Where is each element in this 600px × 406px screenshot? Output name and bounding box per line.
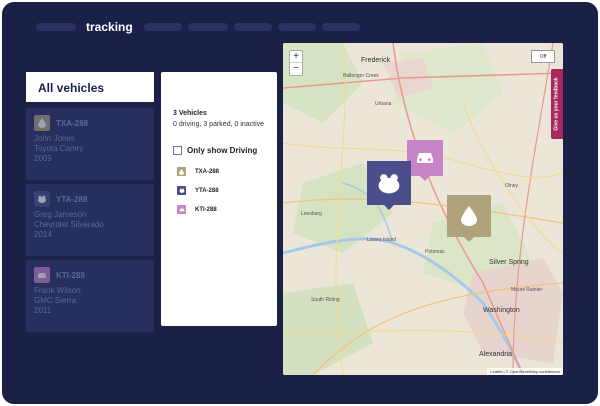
map-attribution[interactable]: Leaflet | © OpenStreetMap contributors — [487, 368, 563, 375]
zoom-control: + − — [289, 50, 303, 76]
nav-item-placeholder-4[interactable] — [234, 23, 272, 31]
all-vehicles-header[interactable]: All vehicles — [26, 72, 154, 102]
vehicle-plate: YTA-288 — [56, 194, 88, 204]
nav-item-placeholder-3[interactable] — [188, 23, 228, 31]
map-label-potomac: Potomac — [425, 249, 445, 255]
only-driving-filter[interactable]: Only show Driving — [173, 146, 277, 155]
map-label-urbana: Urbana — [375, 101, 392, 107]
car-icon — [417, 153, 433, 163]
map-view[interactable]: Frederick Ballenger Creek Urbana Leesbur… — [283, 43, 563, 375]
map-marker-yta[interactable] — [367, 161, 411, 210]
plate-row-yta[interactable]: YTA-288 — [173, 186, 277, 195]
plate-row-kti[interactable]: KTI-288 — [173, 205, 277, 214]
details-panel: 3 Vehicles 0 driving, 3 parked, 0 inacti… — [161, 72, 277, 326]
map-label-leesburg: Leesburg — [301, 211, 322, 217]
feedback-label: Give us your feedback — [554, 77, 561, 131]
map-label-frederick: Frederick — [361, 57, 391, 64]
nav-item-placeholder-2[interactable] — [144, 23, 182, 31]
nav-title: tracking — [86, 20, 133, 34]
vehicle-year: 2009 — [34, 154, 52, 163]
vehicle-model: GMC Sierra — [34, 296, 77, 305]
droplet-icon — [34, 115, 50, 131]
vehicle-card-kti[interactable]: KTI-288 Frank Wilson GMC Sierra 2011 — [26, 260, 154, 332]
nav-item-placeholder-1[interactable] — [36, 23, 76, 31]
map-base-layer — [283, 43, 563, 375]
vehicle-count: 3 Vehicles — [173, 110, 207, 117]
only-driving-label: Only show Driving — [187, 146, 258, 155]
vehicle-card-txa[interactable]: TXA-288 John Jones Toyota Camry 2009 — [26, 108, 154, 180]
map-label-ballenger: Ballenger Creek — [343, 73, 379, 79]
vehicle-plate: KTI-288 — [56, 270, 85, 280]
map-label-south-riding: South Riding — [311, 297, 340, 303]
vehicle-driver: John Jones — [34, 134, 75, 143]
layer-toggle[interactable]: Off — [531, 50, 555, 63]
only-driving-checkbox[interactable] — [173, 146, 182, 155]
vehicle-model: Chevrolet Silverado — [34, 220, 104, 229]
map-label-mount-rainier: Mount Rainier — [511, 287, 543, 293]
vehicle-year: 2014 — [34, 230, 52, 239]
layer-toggle-label: Off — [539, 53, 547, 60]
feedback-tab[interactable]: Give us your feedback — [551, 69, 563, 139]
vehicle-status-summary: 0 driving, 3 parked, 0 inactive — [173, 121, 265, 128]
vehicle-driver: Frank Wilson — [34, 286, 81, 295]
plate-row-txa[interactable]: TXA-288 — [173, 167, 277, 176]
droplet-icon — [177, 167, 186, 176]
nav-item-placeholder-5[interactable] — [278, 23, 316, 31]
frog-icon — [177, 186, 186, 195]
frog-icon — [378, 174, 400, 194]
vehicle-year: 2011 — [34, 306, 52, 315]
car-icon — [34, 267, 50, 283]
plate-label: YTA-288 — [195, 187, 219, 194]
droplet-icon — [461, 206, 477, 226]
vehicle-model: Toyota Camry — [34, 144, 84, 153]
vehicle-card-yta[interactable]: YTA-288 Greg Jameson Chevrolet Silverado… — [26, 184, 154, 256]
vehicle-driver: Greg Jameson — [34, 210, 87, 219]
plate-label: KTI-288 — [195, 206, 217, 213]
nav-item-placeholder-6[interactable] — [322, 23, 360, 31]
map-label-alexandria: Alexandria — [479, 351, 513, 358]
zoom-in-button[interactable]: + — [290, 51, 302, 63]
zoom-out-button[interactable]: − — [290, 63, 302, 75]
map-label-washington: Washington — [483, 307, 520, 314]
vehicle-plate: TXA-288 — [56, 118, 89, 128]
car-icon — [177, 205, 186, 214]
frog-icon — [34, 191, 50, 207]
map-marker-kti[interactable] — [407, 140, 443, 181]
map-label-olney: Olney — [505, 183, 519, 189]
map-marker-txa[interactable] — [447, 195, 491, 242]
app-window: tracking All vehicles TXA-288 John Jones… — [2, 2, 598, 404]
plate-label: TXA-288 — [195, 168, 220, 175]
map-label-lowes-island: Lowes Island — [367, 237, 397, 243]
map-label-silver-spring: Silver Spring — [489, 259, 529, 266]
